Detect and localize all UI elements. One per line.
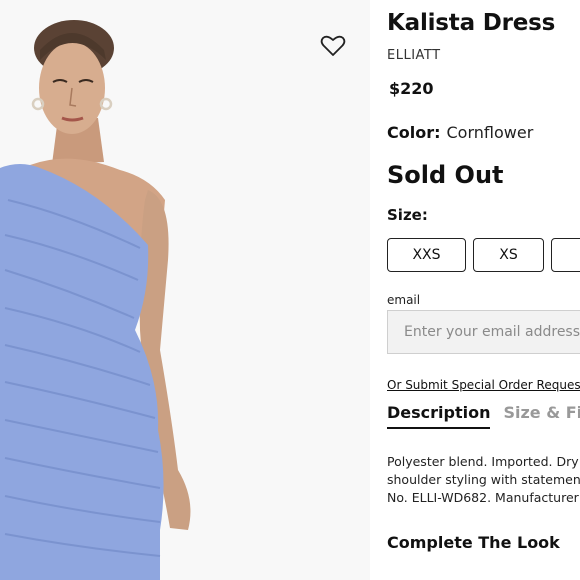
product-title: Kalista Dress: [387, 10, 556, 36]
size-label: Size:: [387, 206, 428, 224]
model-wearing-dress-image: [0, 0, 370, 580]
wishlist-heart-icon[interactable]: [320, 34, 346, 58]
size-button-xxs[interactable]: XXS: [387, 238, 466, 272]
color-label: Color:: [387, 123, 441, 142]
description-line: shoulder styling with statement ruching.…: [387, 472, 580, 487]
complete-the-look-heading: Complete The Look: [387, 533, 560, 552]
availability-status: Sold Out: [387, 161, 504, 189]
size-button-s[interactable]: S: [551, 238, 580, 272]
tab-size-fit[interactable]: Size & Fit: [503, 403, 580, 429]
size-options: XXS XS S: [387, 238, 580, 272]
description-text: Polyester blend. Imported. Dry clean onl…: [387, 453, 580, 507]
special-order-link[interactable]: Or Submit Special Order Request: [387, 378, 580, 392]
brand-name[interactable]: ELLIATT: [387, 48, 441, 63]
email-input[interactable]: [387, 310, 580, 354]
product-details-panel: Kalista Dress ELLIATT $220 Color: Cornflo…: [387, 0, 580, 580]
product-photo[interactable]: [0, 0, 370, 580]
size-button-xs[interactable]: XS: [473, 238, 544, 272]
description-line: Polyester blend. Imported. Dry clean onl…: [387, 454, 580, 469]
product-price: $220: [389, 79, 434, 98]
color-value: Cornflower: [446, 123, 534, 142]
tab-description[interactable]: Description: [387, 403, 491, 429]
description-line: No. ELLI-WD682. Manufacturer Style No.: [387, 490, 580, 505]
info-tabs: Description Size & Fit: [387, 403, 580, 429]
email-label: email: [387, 293, 421, 307]
color-row: Color: Cornflower: [387, 123, 533, 142]
